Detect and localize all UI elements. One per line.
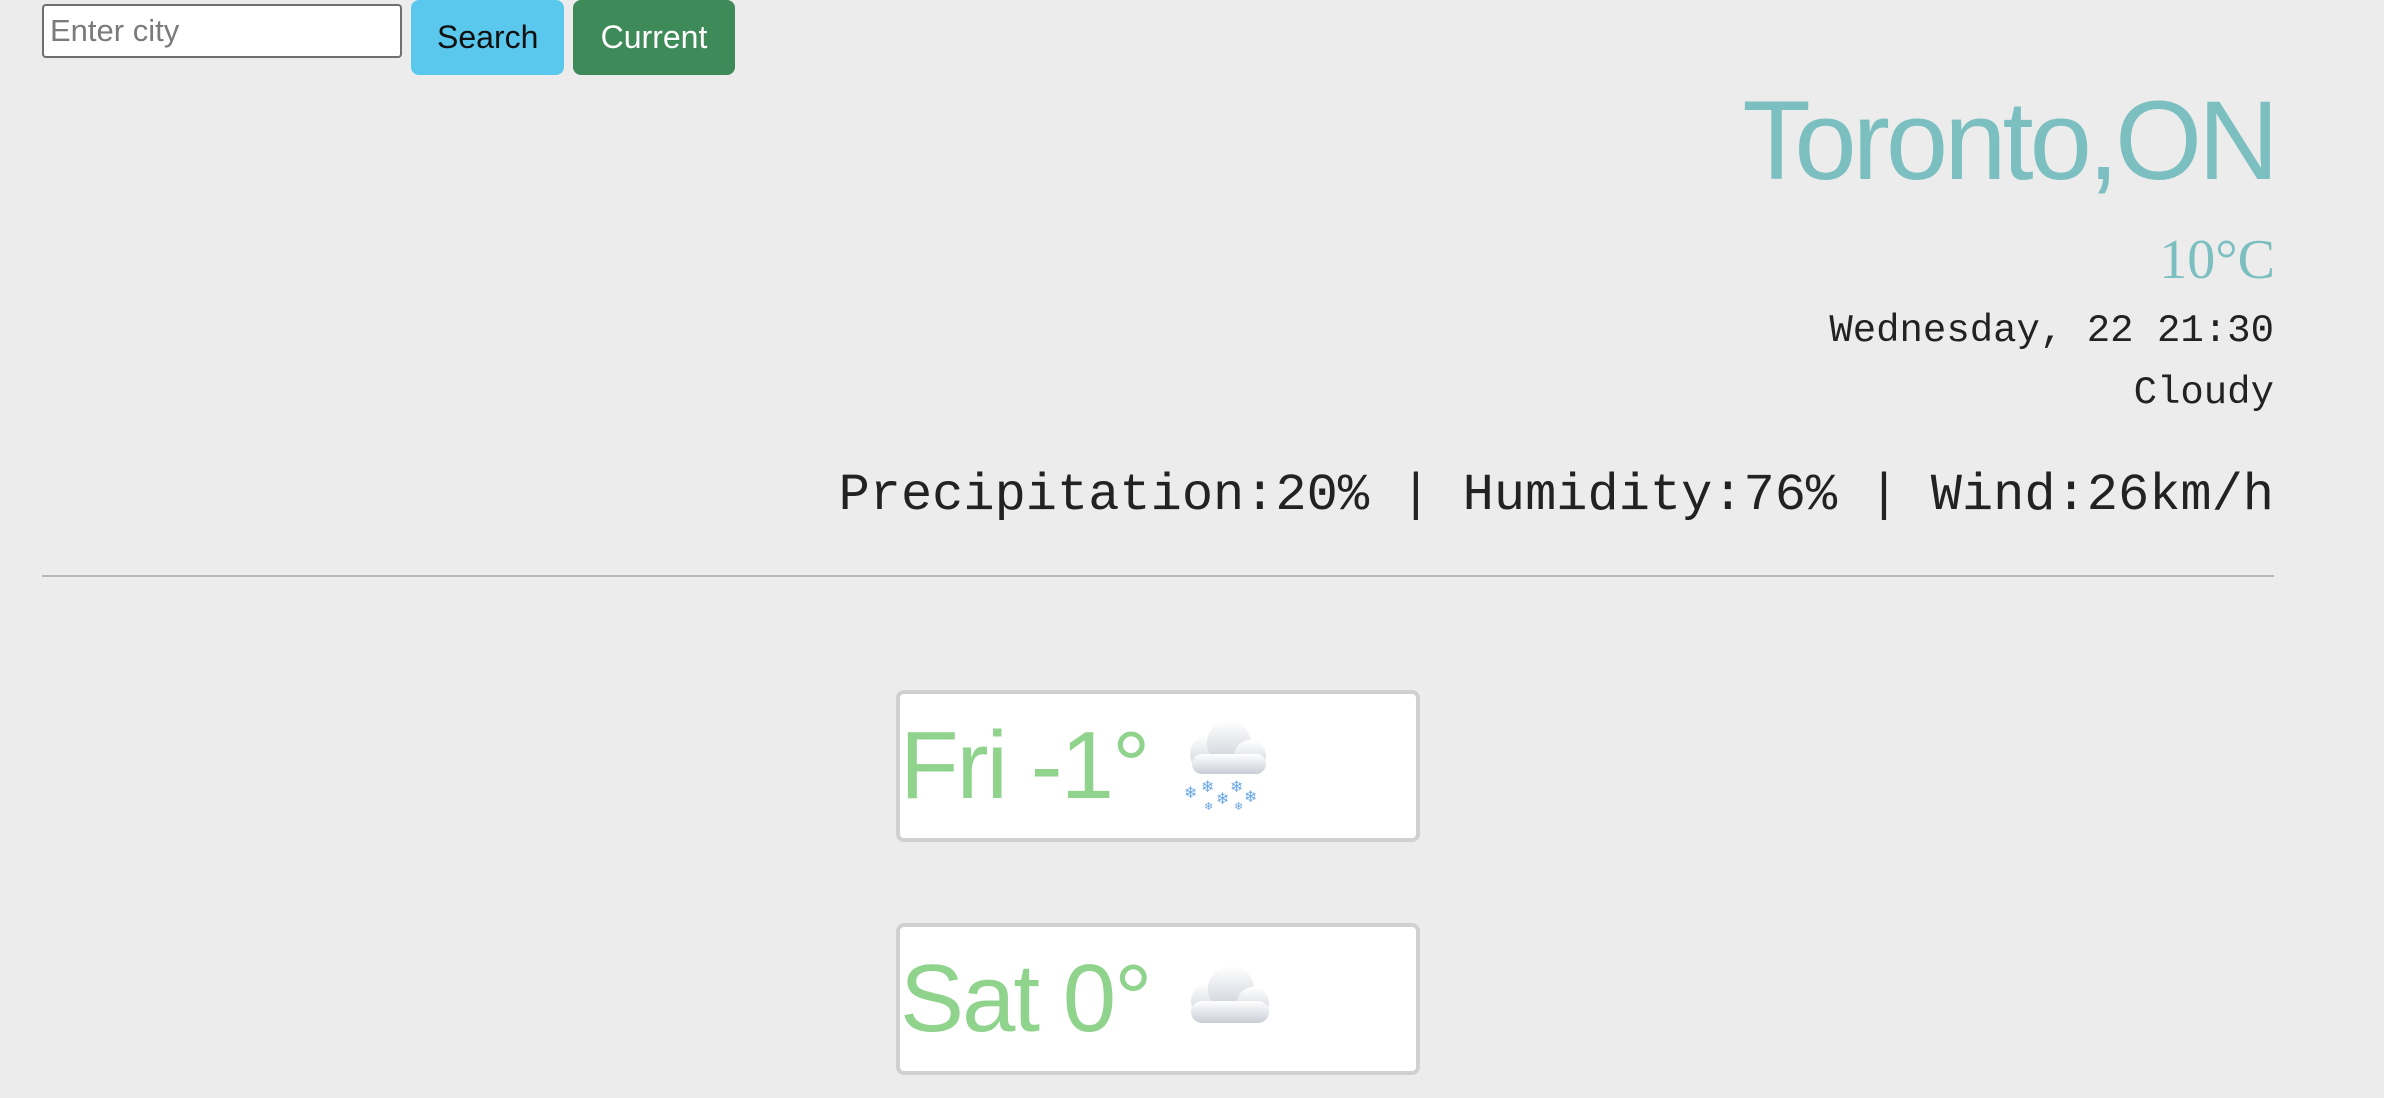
city-search-input[interactable] xyxy=(42,4,402,58)
forecast-text: Fri -1° xyxy=(900,712,1150,819)
cloud-icon xyxy=(1177,959,1277,1040)
svg-text:❄: ❄ xyxy=(1201,777,1214,796)
svg-text:❄: ❄ xyxy=(1204,800,1213,812)
search-bar: Search Current xyxy=(42,0,735,75)
forecast-text: Sat 0° xyxy=(900,945,1153,1052)
forecast-card-fri: Fri -1° ❄ ❄ ❄ ❄ ❄ ❄ ❄ xyxy=(896,690,1420,842)
svg-text:❄: ❄ xyxy=(1230,777,1243,796)
forecast-card-sat: Sat 0° xyxy=(896,923,1420,1075)
current-datetime: Wednesday, 22 21:30 xyxy=(1829,309,2274,353)
current-temperature: 10°C xyxy=(2159,229,2275,291)
svg-text:❄: ❄ xyxy=(1244,787,1257,806)
svg-text:❄: ❄ xyxy=(1216,789,1229,808)
current-location-button[interactable]: Current xyxy=(573,0,735,75)
search-button[interactable]: Search xyxy=(411,0,564,75)
city-title: Toronto,ON xyxy=(1742,78,2279,203)
svg-text:❄: ❄ xyxy=(1234,800,1243,812)
svg-text:❄: ❄ xyxy=(1184,783,1197,802)
weather-stats: Precipitation:20% | Humidity:76% | Wind:… xyxy=(838,466,2274,525)
snow-cloud-icon: ❄ ❄ ❄ ❄ ❄ ❄ ❄ xyxy=(1174,716,1274,817)
current-condition: Cloudy xyxy=(2133,371,2274,415)
section-divider xyxy=(42,575,2274,577)
